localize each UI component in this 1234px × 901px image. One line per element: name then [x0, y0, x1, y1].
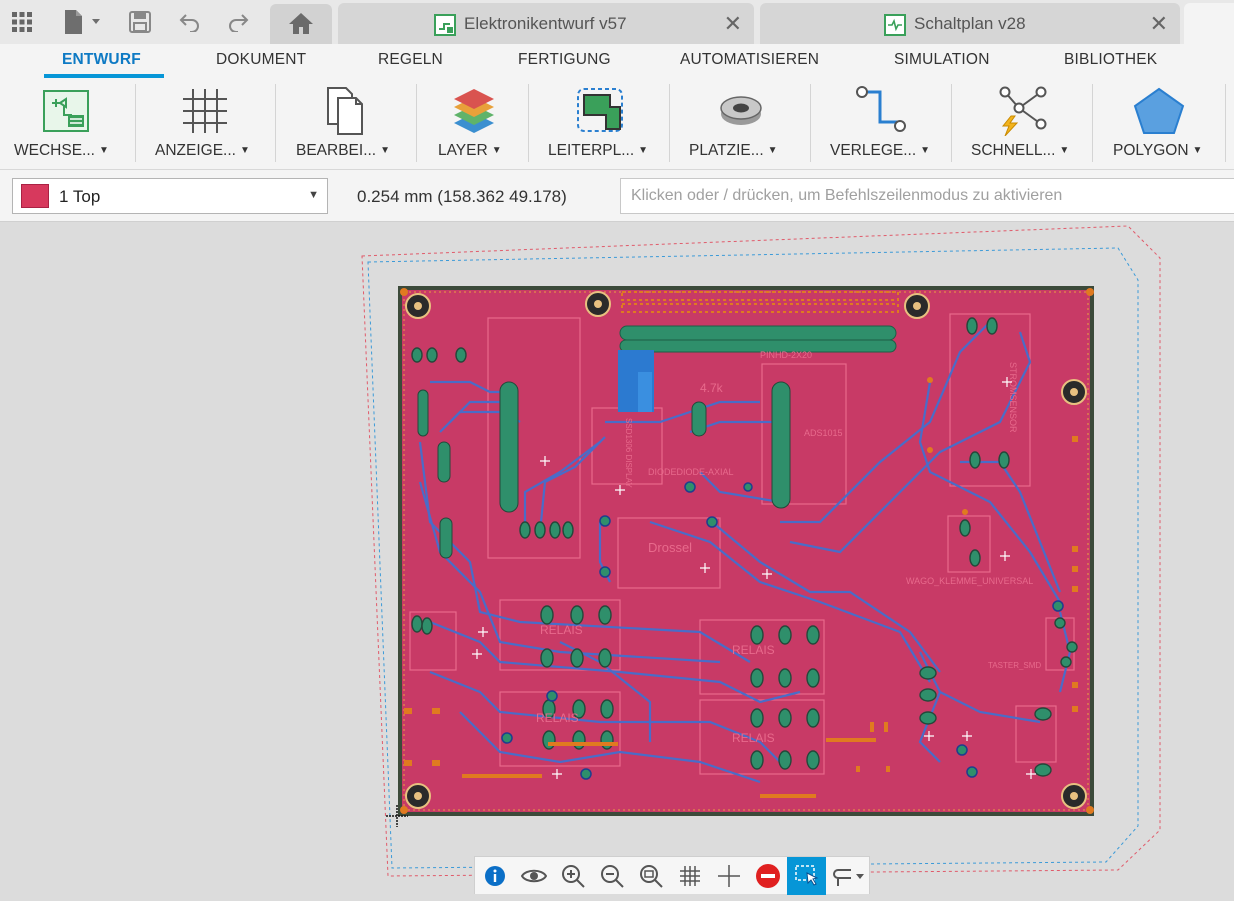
tool-label: BEARBEI... ▼: [296, 142, 391, 159]
tool-label: WECHSE... ▼: [14, 142, 109, 159]
separator: [669, 84, 670, 162]
tool-label: VERLEGE... ▼: [830, 142, 931, 159]
tool-label: PLATZIE... ▼: [689, 142, 778, 159]
command-line-input[interactable]: [620, 178, 1234, 214]
board-label: ADS1015: [804, 428, 843, 438]
stop-icon[interactable]: [748, 857, 787, 895]
tab-regeln[interactable]: REGELN: [378, 51, 443, 69]
copy-pages-icon: [296, 82, 426, 140]
board-label: SSD1306 DISPLAY: [624, 418, 633, 488]
pcb-view: PINHD-2X20 ADS1015 4.7k DIODEDIODE-AXIAL…: [361, 225, 1161, 877]
schematic-document-icon: [884, 13, 906, 36]
separator: [416, 84, 417, 162]
tab-bibliothek[interactable]: BIBLIOTHEK: [1064, 51, 1157, 69]
board-label: PINHD-2X20: [760, 350, 812, 360]
copper-area: [638, 372, 652, 412]
layer-select[interactable]: 1 Top ▼: [12, 178, 328, 214]
polygon-icon: [1113, 82, 1234, 140]
separator: [135, 84, 136, 162]
board-label: DIODEDIODE-AXIAL: [648, 467, 734, 477]
route-options-icon[interactable]: [826, 857, 870, 895]
tab-label: Schaltplan v28: [914, 13, 1026, 33]
tab-automatisieren[interactable]: AUTOMATISIEREN: [680, 51, 819, 69]
pin-header: [619, 325, 897, 353]
polygon-tool[interactable]: POLYGON ▼: [1113, 82, 1234, 166]
switch-to-schematic-icon: [14, 82, 144, 140]
design-canvas[interactable]: PINHD-2X20 ADS1015 4.7k DIODEDIODE-AXIAL…: [0, 222, 1234, 901]
separator: [951, 84, 952, 162]
tool-label: SCHNELL... ▼: [971, 142, 1070, 159]
zoom-in-icon[interactable]: [553, 857, 592, 895]
tab-elektronikentwurf[interactable]: Elektronikentwurf v57 ✕: [338, 3, 754, 44]
eye-icon[interactable]: [514, 857, 553, 895]
separator: [528, 84, 529, 162]
tab-fertigung[interactable]: FERTIGUNG: [518, 51, 611, 69]
platzieren-tool[interactable]: PLATZIE... ▼: [689, 82, 819, 166]
tab-entwurf[interactable]: ENTWURF: [62, 51, 141, 69]
board-label: RELAIS: [732, 731, 775, 745]
tab-label: Elektronikentwurf v57: [464, 13, 627, 33]
tool-label: LEITERPL... ▼: [548, 142, 649, 159]
route-icon: [830, 82, 960, 140]
title-bar: Elektronikentwurf v57 ✕ Schaltplan v28 ✕: [0, 0, 1234, 44]
board-label: RELAIS: [540, 623, 583, 637]
new-tab-area[interactable]: [1184, 3, 1234, 44]
tool-label: ANZEIGE... ▼: [155, 142, 250, 159]
command-row: 1 Top ▼ 0.254 mm (158.362 49.178): [0, 170, 1234, 222]
app-grid-icon[interactable]: [8, 8, 36, 36]
home-icon: [288, 11, 314, 38]
tab-schaltplan[interactable]: Schaltplan v28 ✕: [760, 3, 1180, 44]
tab-dokument[interactable]: DOKUMENT: [216, 51, 306, 69]
board-outline-icon: [548, 82, 678, 140]
layer-name: 1 Top: [59, 187, 101, 206]
redo-icon[interactable]: [224, 8, 252, 36]
crosshair-icon[interactable]: [709, 857, 748, 895]
select-icon[interactable]: [787, 857, 826, 895]
separator: [1092, 84, 1093, 162]
separator: [275, 84, 276, 162]
board-label: RELAIS: [536, 711, 579, 725]
wechseln-tool[interactable]: WECHSE... ▼: [14, 82, 144, 166]
layer-color-swatch: [21, 184, 49, 208]
board-label: RELAIS: [732, 643, 775, 657]
info-icon[interactable]: [475, 857, 514, 895]
pcb-document-icon: [434, 13, 456, 36]
place-component-icon: [689, 82, 819, 140]
file-menu-icon[interactable]: [60, 8, 104, 36]
board-label: 4.7k: [700, 381, 724, 395]
grid-icon[interactable]: [670, 857, 709, 895]
tool-label: POLYGON ▼: [1113, 142, 1203, 159]
separator: [1225, 84, 1226, 162]
zoom-out-icon[interactable]: [592, 857, 631, 895]
schnell-tool[interactable]: SCHNELL... ▼: [971, 82, 1101, 166]
board-label: TASTER_SMD: [988, 661, 1041, 670]
home-tab[interactable]: [270, 4, 332, 44]
close-icon[interactable]: ✕: [1150, 11, 1168, 37]
undo-icon[interactable]: [176, 8, 204, 36]
tab-simulation[interactable]: SIMULATION: [894, 51, 990, 69]
board-label: WAGO_KLEMME_UNIVERSAL: [906, 576, 1033, 586]
quick-route-icon: [971, 82, 1101, 140]
close-icon[interactable]: ✕: [724, 11, 742, 37]
navigation-toolbar: [474, 856, 870, 895]
verlegen-tool[interactable]: VERLEGE... ▼: [830, 82, 960, 166]
save-icon[interactable]: [126, 8, 154, 36]
board-label: Drossel: [648, 540, 692, 555]
chevron-down-icon: ▼: [308, 189, 319, 201]
ribbon: ENTWURF DOKUMENT REGELN FERTIGUNG AUTOMA…: [0, 44, 1234, 170]
zoom-fit-icon[interactable]: [631, 857, 670, 895]
coordinate-readout: 0.254 mm (158.362 49.178): [357, 187, 567, 206]
separator: [810, 84, 811, 162]
board-label: STROMSENSOR: [1008, 362, 1018, 433]
grid-icon: [155, 82, 285, 140]
active-tab-indicator: [44, 74, 164, 78]
leiterplatte-tool[interactable]: LEITERPL... ▼: [548, 82, 678, 166]
bearbeiten-tool[interactable]: BEARBEI... ▼: [296, 82, 426, 166]
anzeigen-tool[interactable]: ANZEIGE... ▼: [155, 82, 285, 166]
